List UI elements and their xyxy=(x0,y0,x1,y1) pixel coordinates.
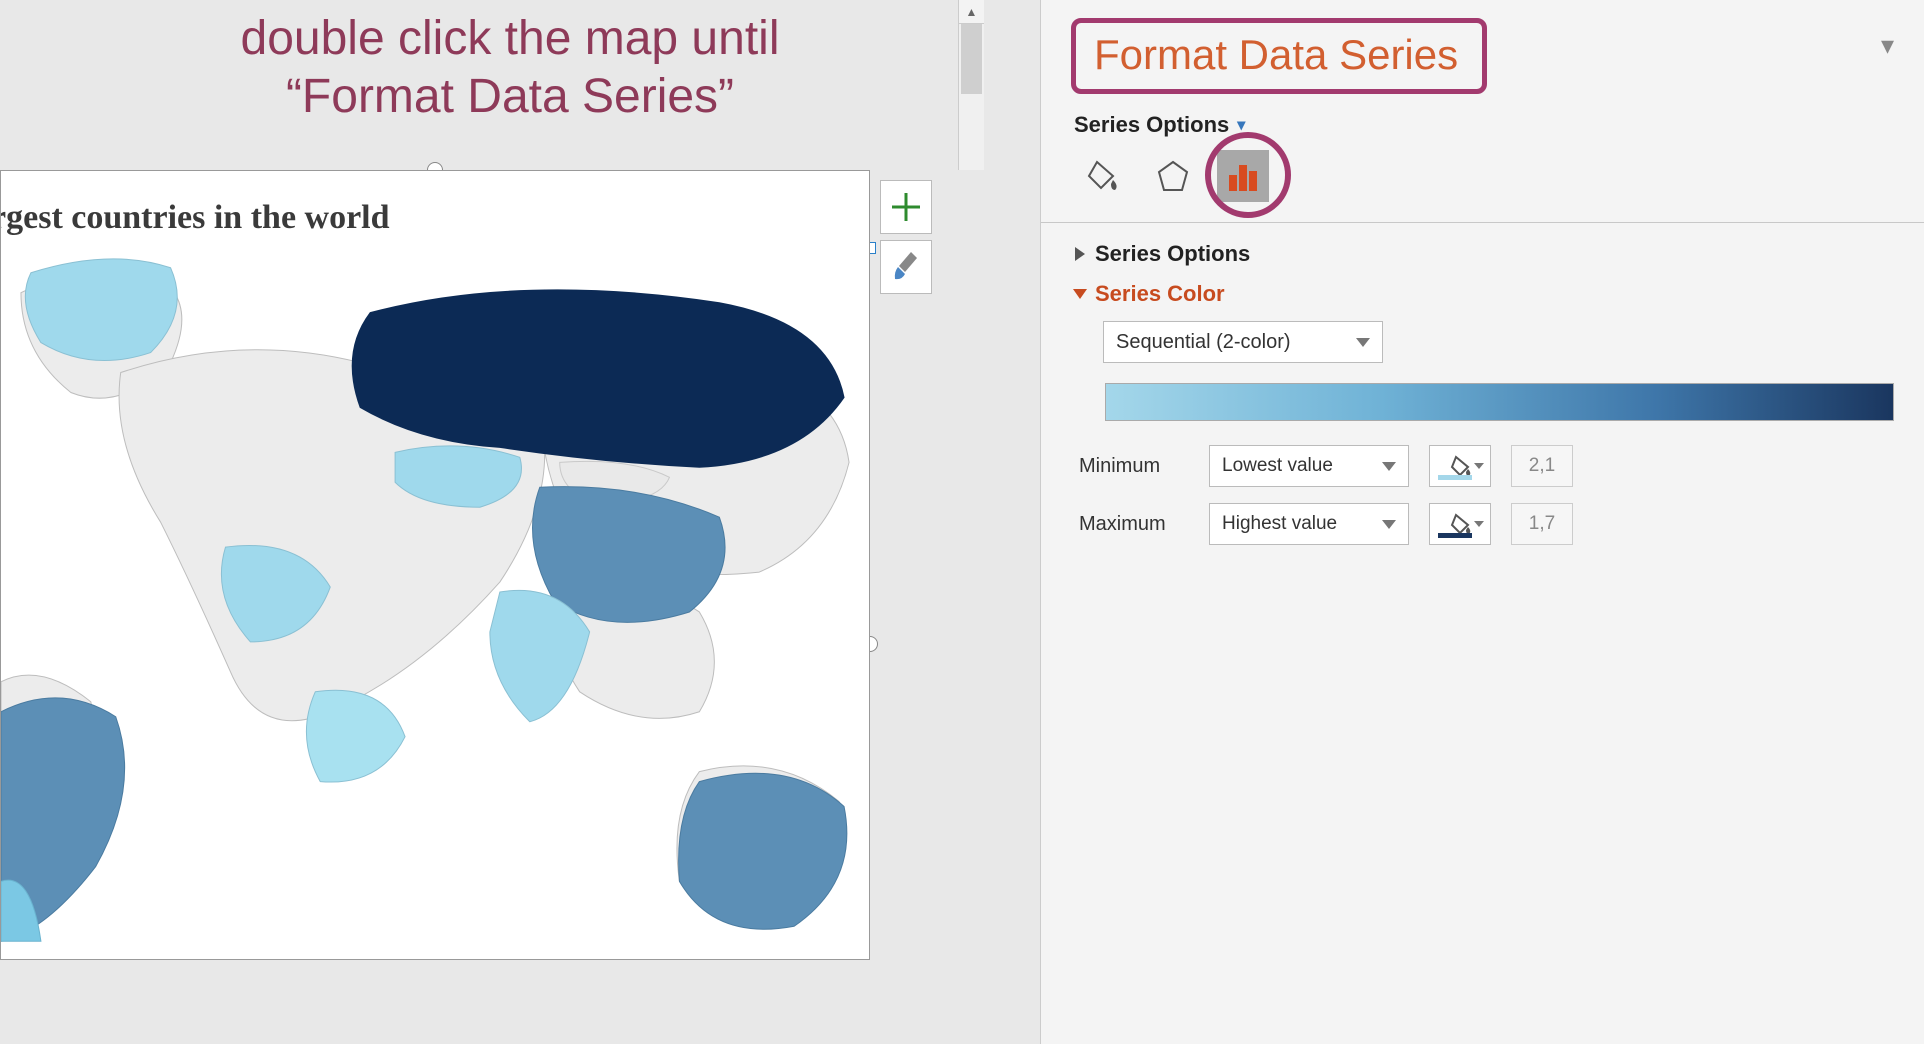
pane-title-highlight: Format Data Series xyxy=(1071,18,1487,94)
effects-tab[interactable] xyxy=(1147,150,1199,202)
series-options-section-label: Series Options xyxy=(1095,241,1250,267)
series-options-section[interactable]: Series Options xyxy=(1075,241,1894,267)
maximum-mode-dropdown[interactable]: Highest value xyxy=(1209,503,1409,545)
minimum-mode-value: Lowest value xyxy=(1222,455,1333,477)
fill-line-tab[interactable] xyxy=(1077,150,1129,202)
map-chart[interactable]: e largest countries in the world xyxy=(0,170,870,960)
format-data-series-pane: ▾ Format Data Series Series Options ▾ xyxy=(1040,0,1924,1044)
scroll-up-arrow[interactable]: ▲ xyxy=(959,0,984,24)
max-color-swatch xyxy=(1438,533,1472,538)
pane-divider xyxy=(1041,222,1924,223)
world-map-svg xyxy=(1,247,869,957)
chevron-down-icon: ▾ xyxy=(1237,115,1245,135)
color-mode-value: Sequential (2-color) xyxy=(1116,331,1291,354)
maximum-row: Maximum Highest value 1,7 xyxy=(1079,503,1894,545)
color-mode-dropdown[interactable]: Sequential (2-color) xyxy=(1103,321,1383,363)
series-options-dropdown[interactable]: Series Options ▾ xyxy=(1074,112,1894,138)
scroll-thumb[interactable] xyxy=(961,24,982,94)
instruction-line-1: double click the map until xyxy=(150,10,870,68)
maximum-label: Maximum xyxy=(1079,513,1189,536)
pane-title: Format Data Series xyxy=(1094,31,1458,79)
minimum-value-box[interactable]: 2,1 xyxy=(1511,445,1573,487)
maximum-mode-value: Highest value xyxy=(1222,513,1337,535)
triangle-right-icon xyxy=(1075,247,1085,261)
series-color-section[interactable]: Series Color xyxy=(1075,281,1894,307)
chevron-down-icon xyxy=(1356,338,1370,347)
minimum-color-picker[interactable] xyxy=(1429,445,1491,487)
pentagon-icon xyxy=(1153,156,1193,196)
chevron-down-icon xyxy=(1474,521,1484,527)
chevron-down-icon xyxy=(1382,462,1396,471)
pane-options-dropdown[interactable]: ▾ xyxy=(1881,30,1894,61)
chevron-down-icon xyxy=(1382,520,1396,529)
instruction-text: double click the map until “Format Data … xyxy=(150,10,870,125)
chart-side-buttons xyxy=(880,180,932,294)
map-area[interactable] xyxy=(1,247,869,957)
paintbrush-icon xyxy=(891,250,921,284)
min-color-swatch xyxy=(1438,475,1472,480)
format-category-icons xyxy=(1077,150,1894,202)
maximum-color-picker[interactable] xyxy=(1429,503,1491,545)
chart-container[interactable]: e largest countries in the world xyxy=(0,170,870,960)
series-color-section-label: Series Color xyxy=(1095,281,1225,307)
chevron-down-icon xyxy=(1474,463,1484,469)
minimum-row: Minimum Lowest value 2,1 xyxy=(1079,445,1894,487)
paint-bucket-icon xyxy=(1083,156,1123,196)
chart-styles-button[interactable] xyxy=(880,240,932,294)
series-options-dropdown-label: Series Options xyxy=(1074,112,1229,138)
vertical-scrollbar[interactable]: ▲ xyxy=(958,0,984,170)
minimum-mode-dropdown[interactable]: Lowest value xyxy=(1209,445,1409,487)
chart-title: e largest countries in the world xyxy=(0,171,869,247)
plus-icon xyxy=(889,190,923,224)
minimum-label: Minimum xyxy=(1079,455,1189,478)
chart-add-element-button[interactable] xyxy=(880,180,932,234)
series-options-tab[interactable] xyxy=(1217,150,1269,202)
gradient-preview[interactable] xyxy=(1105,383,1894,421)
triangle-down-icon xyxy=(1073,289,1087,299)
maximum-value-box[interactable]: 1,7 xyxy=(1511,503,1573,545)
bar-chart-icon xyxy=(1224,157,1262,195)
fill-color-icon xyxy=(1448,455,1472,477)
fill-color-icon xyxy=(1448,513,1472,535)
instruction-line-2: “Format Data Series” xyxy=(150,68,870,126)
